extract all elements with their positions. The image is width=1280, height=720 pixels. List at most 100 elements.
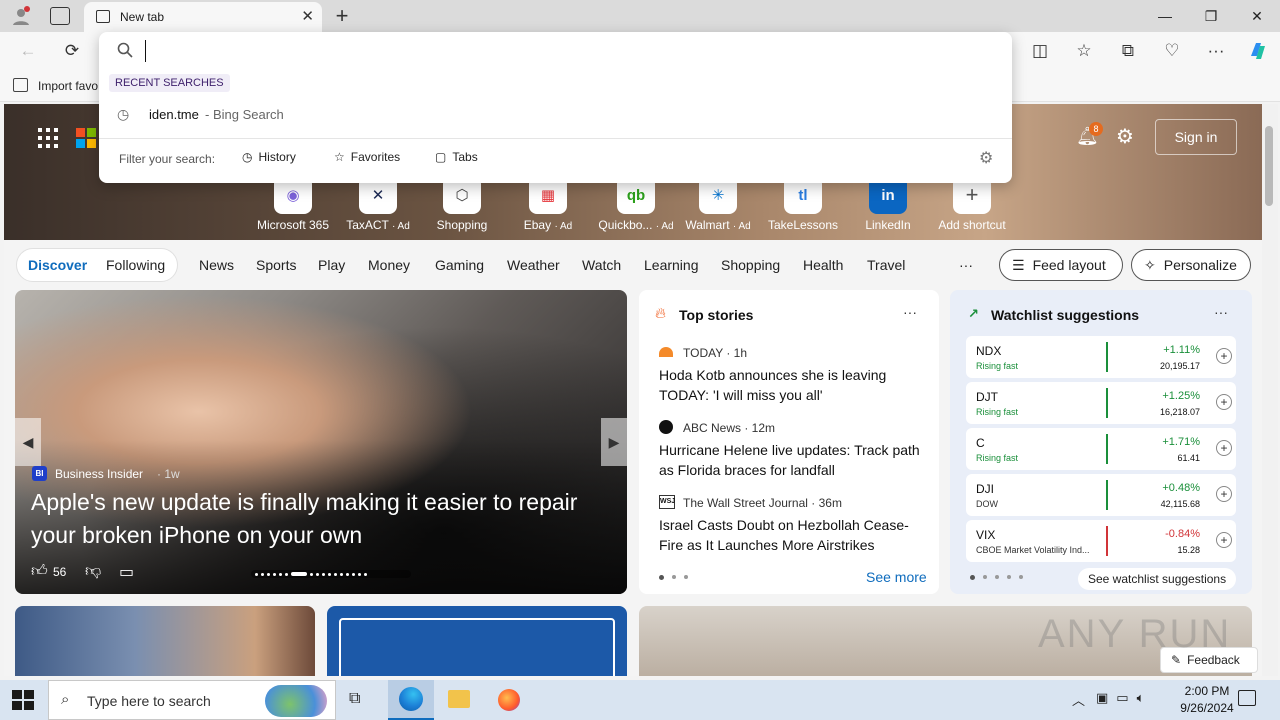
carousel-prev-button[interactable]: ◀ <box>15 418 41 466</box>
scroll-thumb[interactable] <box>1265 126 1273 206</box>
close-tab-icon[interactable]: ✕ <box>301 7 314 25</box>
shortcut-taxact[interactable]: ✕ TaxACT · Ad <box>338 176 418 232</box>
split-screen-icon[interactable]: ◫ <box>1026 38 1054 64</box>
favorites-star-icon[interactable]: ☆ <box>1070 38 1098 64</box>
add-to-watchlist-icon[interactable]: + <box>1216 440 1232 456</box>
nav-travel[interactable]: Travel <box>867 257 905 273</box>
story-title[interactable]: Hurricane Helene live updates: Track pat… <box>659 440 927 480</box>
tab-new-tab[interactable]: New tab ✕ <box>84 2 322 32</box>
chevron-up-icon[interactable]: ︿ <box>1072 690 1085 709</box>
stock-price: 20,195.17 <box>1159 361 1200 371</box>
app-launcher-icon[interactable] <box>38 128 58 148</box>
add-to-watchlist-icon[interactable]: + <box>1216 348 1232 364</box>
feed-layout-button[interactable]: ☰ Feed layout <box>999 249 1123 281</box>
add-to-watchlist-icon[interactable]: + <box>1216 486 1232 502</box>
personalize-button[interactable]: ✧ Personalize <box>1131 249 1251 281</box>
page-scrollbar[interactable] <box>1262 104 1278 676</box>
tab-actions-icon[interactable] <box>50 7 70 25</box>
sparkline-icon <box>1106 480 1108 510</box>
filter-tabs[interactable]: ▢ Tabs <box>435 150 478 164</box>
refresh-icon[interactable]: ⟳ <box>58 38 86 64</box>
start-button[interactable] <box>12 690 34 710</box>
tray-icons[interactable]: ▣▭🔈︎ <box>1096 690 1152 706</box>
shortcut-shopping[interactable]: ⬡ Shopping <box>422 176 502 232</box>
see-more-link[interactable]: See more <box>866 569 927 585</box>
watchlist-more-icon[interactable]: ··· <box>1214 304 1228 320</box>
shortcut-walmart[interactable]: ✳ Walmart · Ad <box>678 176 758 232</box>
news-card-photo[interactable] <box>15 606 315 676</box>
news-card-ad[interactable] <box>327 606 627 676</box>
stock-row[interactable]: NDX Rising fast +1.11% 20,195.17 + <box>966 336 1236 378</box>
feed-navigation: Discover Following News Sports Play Mone… <box>4 240 1262 290</box>
dislike-icon[interactable]: 👎︎ <box>85 562 101 581</box>
page-settings-icon[interactable]: ⚙ <box>1116 124 1134 149</box>
nav-gaming[interactable]: Gaming <box>435 257 484 273</box>
stock-row[interactable]: DJI DOW +0.48% 42,115.68 + <box>966 474 1236 516</box>
recent-search-item[interactable]: ◷ iden.tme - Bing Search <box>99 96 1012 132</box>
stock-symbol: C <box>976 436 985 450</box>
import-favorites-link[interactable]: Import favo <box>38 79 98 93</box>
nav-learning[interactable]: Learning <box>644 257 699 273</box>
hero-article-card[interactable]: ◀ ▶ BI Business Insider · 1w Apple's new… <box>15 290 627 594</box>
taskbar-search-box[interactable]: ⌕ Type here to search <box>48 680 336 720</box>
hero-title[interactable]: Apple's new update is finally making it … <box>31 486 591 552</box>
stock-row[interactable]: C Rising fast +1.71% 61.41 + <box>966 428 1236 470</box>
clock-time[interactable]: 2:00 PM <box>1172 684 1242 698</box>
nav-shopping[interactable]: Shopping <box>721 257 780 273</box>
sign-in-button[interactable]: Sign in <box>1155 119 1237 155</box>
tab-discover[interactable]: Discover <box>28 257 87 273</box>
new-tab-button[interactable]: + <box>330 3 354 29</box>
clock-date[interactable]: 9/26/2024 <box>1167 701 1247 715</box>
carousel-next-button[interactable]: ▶ <box>601 418 627 466</box>
settings-more-icon[interactable]: ··· <box>1202 38 1230 64</box>
tab-following[interactable]: Following <box>106 257 165 273</box>
collections-icon[interactable]: ⧉ <box>1114 38 1142 64</box>
watermark: ANY RUN <box>1038 612 1232 656</box>
see-watchlist-suggestions-button[interactable]: See watchlist suggestions <box>1078 568 1237 590</box>
nav-health[interactable]: Health <box>803 257 843 273</box>
shortcut-takelessons[interactable]: tl TakeLessons <box>763 176 843 232</box>
shortcut-linkedin[interactable]: in LinkedIn <box>848 176 928 232</box>
filter-favorites[interactable]: ☆ Favorites <box>334 150 400 164</box>
address-input[interactable] <box>145 40 985 62</box>
add-to-watchlist-icon[interactable]: + <box>1216 394 1232 410</box>
browser-essentials-icon[interactable]: ♡ <box>1158 38 1186 64</box>
story-title[interactable]: Hoda Kotb announces she is leaving TODAY… <box>659 365 927 405</box>
nav-news[interactable]: News <box>199 257 234 273</box>
edge-taskbar-icon[interactable] <box>388 680 434 720</box>
shortcut-quickbooks[interactable]: qb Quickbo... · Ad <box>596 176 676 232</box>
nav-money[interactable]: Money <box>368 257 410 273</box>
add-to-watchlist-icon[interactable]: + <box>1216 532 1232 548</box>
nav-more-icon[interactable]: ··· <box>959 257 973 273</box>
close-window-button[interactable]: ✕ <box>1234 0 1280 32</box>
file-explorer-icon[interactable] <box>448 690 470 708</box>
browser-title-bar: New tab ✕ + — ❐ ✕ <box>0 0 1280 32</box>
minimize-button[interactable]: — <box>1142 0 1188 32</box>
copilot-icon[interactable] <box>1244 38 1272 64</box>
restore-button[interactable]: ❐ <box>1188 0 1234 32</box>
filter-history[interactable]: ◷ History <box>242 150 296 164</box>
story-title[interactable]: Israel Casts Doubt on Hezbollah Cease-Fi… <box>659 515 927 555</box>
new-tab-page-icon <box>96 10 110 23</box>
profile-icon[interactable] <box>10 5 32 27</box>
firefox-icon[interactable] <box>498 689 520 711</box>
shortcut-ebay[interactable]: ▦ Ebay · Ad <box>508 176 588 232</box>
nav-weather[interactable]: Weather <box>507 257 560 273</box>
top-stories-more-icon[interactable]: ··· <box>903 304 917 320</box>
shortcut-add[interactable]: + Add shortcut <box>932 176 1012 232</box>
stock-change: +1.11% <box>1163 344 1200 356</box>
stock-row[interactable]: VIX CBOE Market Volatility Ind... -0.84%… <box>966 520 1236 562</box>
comment-icon[interactable]: ▭ <box>119 562 134 582</box>
nav-sports[interactable]: Sports <box>256 257 296 273</box>
stock-change: +1.71% <box>1162 436 1200 448</box>
shortcut-microsoft-365[interactable]: ◉ Microsoft 365 <box>253 176 333 232</box>
star-icon: ☆ <box>334 150 345 164</box>
back-icon[interactable]: ← <box>14 38 42 64</box>
nav-play[interactable]: Play <box>318 257 345 273</box>
gear-icon[interactable]: ⚙ <box>979 148 993 168</box>
task-view-icon[interactable]: ⧉ <box>349 690 360 708</box>
like-icon[interactable]: 👍︎ <box>31 562 48 581</box>
nav-watch[interactable]: Watch <box>582 257 621 273</box>
notification-center-icon[interactable] <box>1238 690 1256 706</box>
stock-row[interactable]: DJT Rising fast +1.25% 16,218.07 + <box>966 382 1236 424</box>
